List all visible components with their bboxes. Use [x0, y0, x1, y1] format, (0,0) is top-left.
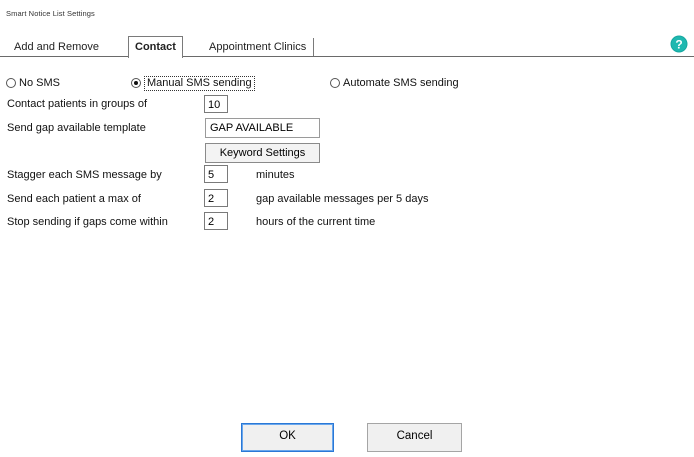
radio-automate-sms-sending[interactable]: Automate SMS sending — [330, 75, 459, 91]
tab-add-and-remove[interactable]: Add and Remove — [6, 38, 107, 56]
groups-input[interactable]: 10 — [204, 95, 228, 113]
template-label: Send gap available template — [7, 122, 146, 134]
keyword-settings-button[interactable]: Keyword Settings — [205, 143, 320, 163]
tab-appointment-clinics[interactable]: Appointment Clinics — [201, 38, 315, 56]
radio-button[interactable] — [131, 78, 141, 88]
groups-label: Contact patients in groups of — [7, 98, 148, 110]
stop-input[interactable]: 2 — [204, 212, 228, 230]
stagger-unit: minutes — [256, 169, 295, 181]
radio-button[interactable] — [6, 78, 16, 88]
radio-label: No SMS — [19, 77, 60, 89]
stop-unit: hours of the current time — [256, 216, 376, 228]
radio-label: Automate SMS sending — [343, 77, 459, 89]
tab-bar-divider — [0, 56, 694, 57]
help-icon[interactable]: ? — [670, 35, 688, 53]
radio-no-sms[interactable]: No SMS — [6, 75, 60, 91]
window-title: Smart Notice List Settings — [6, 9, 95, 18]
ok-button[interactable]: OK — [241, 423, 334, 452]
template-field[interactable]: GAP AVAILABLE — [205, 118, 320, 138]
radio-label: Manual SMS sending — [144, 75, 255, 91]
svg-text:?: ? — [675, 38, 682, 52]
stagger-label: Stagger each SMS message by — [7, 169, 162, 181]
radio-button[interactable] — [330, 78, 340, 88]
cancel-button[interactable]: Cancel — [367, 423, 462, 452]
max-unit: gap available messages per 5 days — [256, 193, 429, 205]
max-input[interactable]: 2 — [204, 189, 228, 207]
stop-label: Stop sending if gaps come within — [7, 216, 168, 228]
tab-contact[interactable]: Contact — [128, 36, 183, 58]
radio-manual-sms-sending[interactable]: Manual SMS sending — [131, 75, 255, 91]
max-label: Send each patient a max of — [7, 193, 141, 205]
stagger-input[interactable]: 5 — [204, 165, 228, 183]
